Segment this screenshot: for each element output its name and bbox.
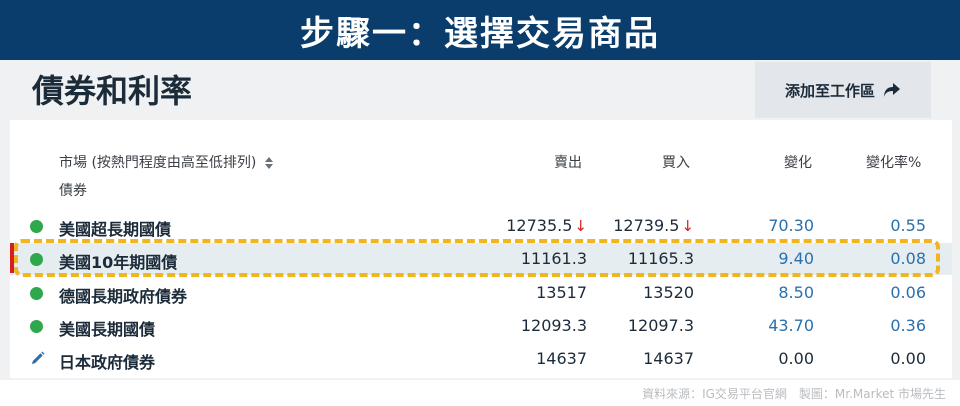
buy-price[interactable]: 12097.3 (628, 316, 694, 335)
change-value: 70.30 (768, 216, 814, 235)
sort-icon[interactable] (264, 156, 274, 170)
down-arrow-icon: ↓ (681, 217, 694, 235)
column-header-sell: 賣出 (554, 155, 582, 171)
sell-price[interactable]: 12093.3 (521, 316, 587, 335)
column-header-change: 變化 (784, 155, 812, 171)
column-header-change-pct: 變化率% (866, 155, 922, 171)
instrument-name[interactable]: 美國長期國債 (59, 316, 155, 340)
table-row[interactable]: 美國超長期國債 12735.5 ↓ 12739.5 ↓ 70.30 0.55 (10, 210, 952, 242)
instrument-name[interactable]: 日本政府債券 (59, 349, 155, 373)
add-to-workspace-label: 添加至工作區 (784, 81, 875, 100)
sell-price[interactable]: 13517 (536, 283, 587, 302)
banner: 步驟一：選擇交易商品 (0, 0, 960, 60)
sell-price-value: 12735.5 (506, 216, 573, 235)
share-arrow-icon (884, 83, 900, 97)
buy-price[interactable]: 14637 (643, 349, 694, 368)
status-dot-icon (30, 320, 43, 333)
instrument-name[interactable]: 德國長期政府債券 (59, 283, 187, 307)
add-to-workspace-button[interactable]: 添加至工作區 (755, 62, 931, 118)
instrument-name[interactable]: 美國超長期國債 (59, 216, 171, 240)
category-label: 債券 (59, 183, 87, 199)
change-value: 9.40 (778, 249, 814, 268)
status-dot-icon (30, 253, 43, 266)
change-pct-value: 0.06 (890, 283, 926, 302)
page-title: 債券和利率 (32, 72, 193, 110)
change-pct-value: 0.55 (890, 216, 926, 235)
column-header-market[interactable]: 市場 (按熱門程度由高至低排列) (59, 152, 274, 172)
status-dot-icon (30, 220, 43, 233)
banner-title: 步驟一：選擇交易商品 (300, 13, 660, 54)
change-pct-value: 0.36 (890, 316, 926, 335)
status-dot-icon (30, 287, 43, 300)
change-value: 43.70 (768, 316, 814, 335)
column-header-market-label: 市場 (按熱門程度由高至低排列) (59, 155, 257, 171)
sell-price[interactable]: 11161.3 (521, 249, 587, 268)
buy-price[interactable]: 11165.3 (628, 249, 694, 268)
selection-marker (10, 243, 14, 273)
change-value: 0.00 (778, 349, 814, 368)
change-pct-value: 0.08 (890, 249, 926, 268)
table-row[interactable]: 美國長期國債 12093.3 12097.3 43.70 0.36 (10, 310, 952, 342)
table-row-selected[interactable]: 美國10年期國債 11161.3 11165.3 9.40 0.08 (10, 243, 952, 275)
column-header-buy: 買入 (662, 155, 690, 171)
footer-source-note: 資料來源：IG交易平台官網 製圖：Mr.Market 市場先生 (642, 387, 946, 401)
sell-price[interactable]: 14637 (536, 349, 587, 368)
change-pct-value: 0.00 (890, 349, 926, 368)
instrument-name[interactable]: 美國10年期國債 (59, 249, 177, 273)
table-row[interactable]: 日本政府債券 14637 14637 0.00 0.00 (10, 343, 952, 375)
buy-price-value: 12739.5 (613, 216, 680, 235)
pencil-icon (32, 351, 45, 364)
buy-price[interactable]: 12739.5 ↓ (613, 216, 694, 235)
change-value: 8.50 (778, 283, 814, 302)
buy-price[interactable]: 13520 (643, 283, 694, 302)
sell-price[interactable]: 12735.5 ↓ (506, 216, 587, 235)
down-arrow-icon: ↓ (574, 217, 587, 235)
table-row[interactable]: 德國長期政府債券 13517 13520 8.50 0.06 (10, 277, 952, 309)
